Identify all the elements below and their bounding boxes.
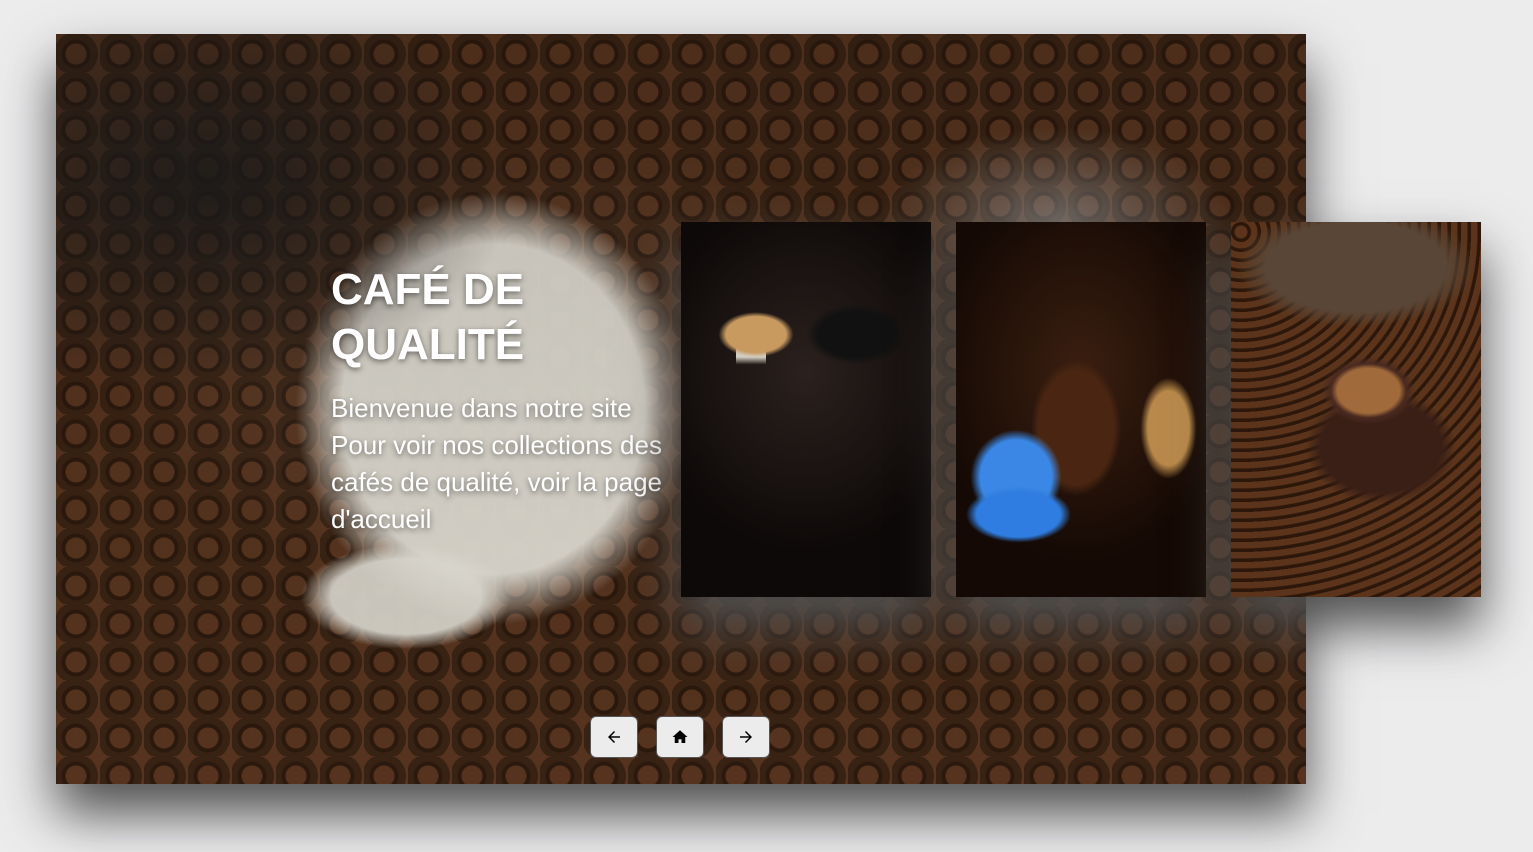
- next-button[interactable]: [722, 716, 770, 758]
- thumbnail-coffee-grinder[interactable]: [956, 222, 1206, 597]
- thumbnail-coffee-pour[interactable]: [681, 222, 931, 597]
- hero-content: CAFÉ DE QUALITÉ Bienvenue dans notre sit…: [331, 262, 691, 538]
- arrow-right-icon: [740, 731, 752, 743]
- slider-nav: [590, 716, 770, 758]
- hero-title: CAFÉ DE QUALITÉ: [331, 265, 525, 369]
- prev-button[interactable]: [590, 716, 638, 758]
- home-icon: [672, 730, 688, 743]
- arrow-left-icon: [608, 731, 620, 743]
- hero-description: Bienvenue dans notre site Pour voir nos …: [331, 393, 662, 534]
- thumbnail-coffee-cup[interactable]: [1231, 222, 1481, 597]
- home-button[interactable]: [656, 716, 704, 758]
